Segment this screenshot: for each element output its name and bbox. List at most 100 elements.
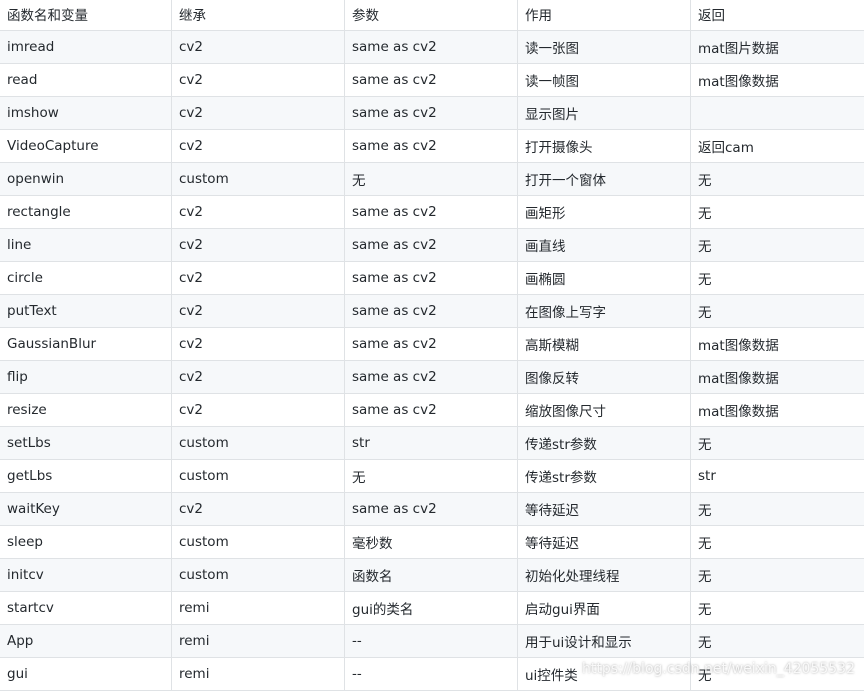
cell-inherit: remi: [172, 592, 345, 625]
cell-inherit: custom: [172, 427, 345, 460]
cell-params: str: [345, 427, 518, 460]
table-row: imshowcv2same as cv2显示图片: [0, 97, 864, 130]
cell-params: same as cv2: [345, 31, 518, 64]
cell-name: imshow: [0, 97, 172, 130]
cell-purpose: 读一张图: [518, 31, 691, 64]
cell-inherit: custom: [172, 526, 345, 559]
cell-params: 函数名: [345, 559, 518, 592]
table-row: waitKeycv2same as cv2等待延迟无: [0, 493, 864, 526]
cell-purpose: 缩放图像尺寸: [518, 394, 691, 427]
table-row: openwincustom无打开一个窗体无: [0, 163, 864, 196]
cell-inherit: custom: [172, 163, 345, 196]
cell-purpose: 用于ui设计和显示: [518, 625, 691, 658]
cell-inherit: cv2: [172, 196, 345, 229]
cell-params: same as cv2: [345, 328, 518, 361]
cell-params: same as cv2: [345, 196, 518, 229]
header-cell-purpose: 作用: [518, 0, 691, 31]
cell-params: same as cv2: [345, 130, 518, 163]
cell-return: 无: [691, 295, 864, 328]
cell-inherit: cv2: [172, 97, 345, 130]
cell-params: 无: [345, 460, 518, 493]
cell-purpose: 图像反转: [518, 361, 691, 394]
cell-params: same as cv2: [345, 97, 518, 130]
table-row: rectanglecv2same as cv2画矩形无: [0, 196, 864, 229]
cell-return: str: [691, 460, 864, 493]
cell-inherit: cv2: [172, 361, 345, 394]
cell-purpose: 传递str参数: [518, 460, 691, 493]
cell-params: gui的类名: [345, 592, 518, 625]
header-cell-name: 函数名和变量: [0, 0, 172, 31]
cell-purpose: 画矩形: [518, 196, 691, 229]
cell-name: waitKey: [0, 493, 172, 526]
table-row: VideoCapturecv2same as cv2打开摄像头返回cam: [0, 130, 864, 163]
table-row: linecv2same as cv2画直线无: [0, 229, 864, 262]
cell-inherit: cv2: [172, 31, 345, 64]
table-row: flipcv2same as cv2图像反转mat图像数据: [0, 361, 864, 394]
cell-params: same as cv2: [345, 64, 518, 97]
cell-return: mat图片数据: [691, 31, 864, 64]
cell-name: line: [0, 229, 172, 262]
cell-params: same as cv2: [345, 295, 518, 328]
cell-name: circle: [0, 262, 172, 295]
cell-inherit: custom: [172, 559, 345, 592]
table-row: Appremi--用于ui设计和显示无: [0, 625, 864, 658]
table-row: initcvcustom函数名初始化处理线程无: [0, 559, 864, 592]
cell-inherit: cv2: [172, 493, 345, 526]
cell-return: 无: [691, 196, 864, 229]
cell-return: 返回cam: [691, 130, 864, 163]
cell-name: read: [0, 64, 172, 97]
cell-params: 无: [345, 163, 518, 196]
header-cell-inherit: 继承: [172, 0, 345, 31]
cell-inherit: cv2: [172, 64, 345, 97]
table-row: imreadcv2same as cv2读一张图mat图片数据: [0, 31, 864, 64]
cell-return: 无: [691, 493, 864, 526]
table-row: circlecv2same as cv2画椭圆无: [0, 262, 864, 295]
cell-return: 无: [691, 526, 864, 559]
table-row: readcv2same as cv2读一帧图mat图像数据: [0, 64, 864, 97]
cell-purpose: 读一帧图: [518, 64, 691, 97]
cell-name: App: [0, 625, 172, 658]
cell-purpose: 等待延迟: [518, 493, 691, 526]
table-row: GaussianBlurcv2same as cv2高斯模糊mat图像数据: [0, 328, 864, 361]
cell-purpose: 高斯模糊: [518, 328, 691, 361]
cell-return: 无: [691, 559, 864, 592]
cell-return: mat图像数据: [691, 64, 864, 97]
cell-inherit: cv2: [172, 328, 345, 361]
cell-params: --: [345, 625, 518, 658]
api-table: 函数名和变量 继承 参数 作用 返回 imreadcv2same as cv2读…: [0, 0, 864, 691]
table-row: sleepcustom毫秒数等待延迟无: [0, 526, 864, 559]
cell-return: 无: [691, 592, 864, 625]
cell-inherit: cv2: [172, 229, 345, 262]
cell-purpose: 等待延迟: [518, 526, 691, 559]
cell-name: startcv: [0, 592, 172, 625]
cell-return: 无: [691, 163, 864, 196]
cell-params: same as cv2: [345, 229, 518, 262]
cell-name: putText: [0, 295, 172, 328]
header-row: 函数名和变量 继承 参数 作用 返回: [0, 0, 864, 31]
cell-params: same as cv2: [345, 493, 518, 526]
cell-purpose: 在图像上写字: [518, 295, 691, 328]
cell-return: 无: [691, 427, 864, 460]
cell-purpose: 启动gui界面: [518, 592, 691, 625]
cell-return: mat图像数据: [691, 361, 864, 394]
cell-name: setLbs: [0, 427, 172, 460]
cell-name: imread: [0, 31, 172, 64]
header-cell-return: 返回: [691, 0, 864, 31]
cell-name: GaussianBlur: [0, 328, 172, 361]
cell-inherit: custom: [172, 460, 345, 493]
table-row: resizecv2same as cv2缩放图像尺寸mat图像数据: [0, 394, 864, 427]
cell-name: flip: [0, 361, 172, 394]
cell-return: mat图像数据: [691, 328, 864, 361]
table-row: setLbscustomstr传递str参数无: [0, 427, 864, 460]
cell-inherit: cv2: [172, 130, 345, 163]
cell-inherit: cv2: [172, 394, 345, 427]
cell-return: 无: [691, 625, 864, 658]
cell-purpose: 传递str参数: [518, 427, 691, 460]
cell-inherit: remi: [172, 625, 345, 658]
cell-inherit: cv2: [172, 262, 345, 295]
cell-params: 毫秒数: [345, 526, 518, 559]
cell-purpose: 打开一个窗体: [518, 163, 691, 196]
cell-name: getLbs: [0, 460, 172, 493]
cell-params: same as cv2: [345, 361, 518, 394]
cell-name: openwin: [0, 163, 172, 196]
